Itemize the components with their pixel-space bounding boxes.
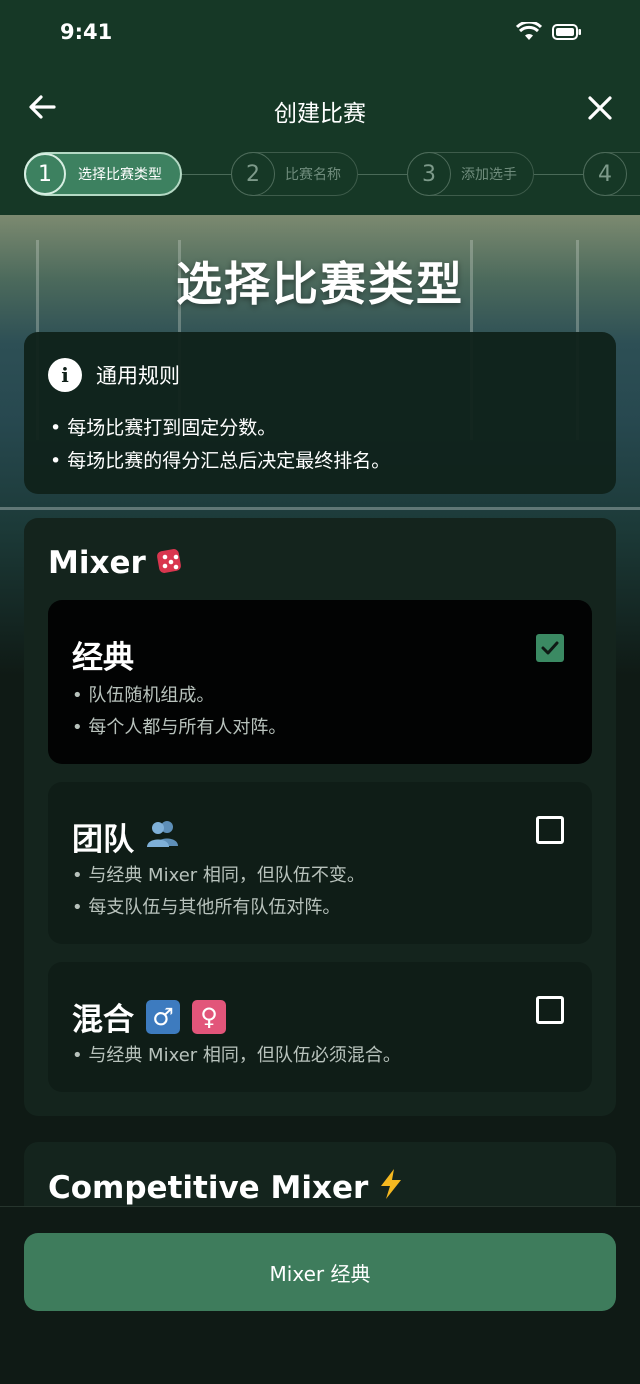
option-classic[interactable]: 经典 • 队伍随机组成。 • 每个人都与所有人对阵。: [48, 600, 592, 764]
dice-icon: [156, 544, 186, 582]
bullet-item: • 与经典 Mixer 相同，但队伍必须混合。: [72, 1045, 401, 1066]
battery-icon: [552, 24, 582, 40]
rule-item: • 每场比赛的得分汇总后决定最终排名。: [50, 450, 391, 472]
option-bullets: • 队伍随机组成。 • 每个人都与所有人对阵。: [72, 680, 286, 744]
female-icon: ♀: [192, 999, 226, 1034]
step-number: 4: [583, 152, 627, 196]
competitive-title-text: Competitive Mixer: [48, 1170, 369, 1206]
step-connector: [358, 174, 408, 175]
option-team[interactable]: 团队 • 与经典 Mixer 相同，但队伍不变。 • 每支队伍与其他所有队伍对阵…: [48, 782, 592, 944]
header: 9:41 创建比赛 1 选择比赛类型 2 比赛名称 3 添加选手 4: [0, 0, 640, 215]
rules-title: 通用规则: [96, 364, 180, 388]
option-title: 经典: [72, 632, 134, 677]
status-time: 9:41: [60, 20, 113, 44]
option-bullets: • 与经典 Mixer 相同，但队伍不变。 • 每支队伍与其他所有队伍对阵。: [72, 860, 365, 924]
option-title: 混合 ♂ ♀: [72, 994, 226, 1039]
hero-title: 选择比赛类型: [176, 257, 464, 311]
step-4[interactable]: 4: [583, 152, 640, 196]
step-label: 比赛名称: [285, 167, 341, 183]
mixer-section: Mixer 经典 • 队伍随机组成。 • 每个人都与所有人对阵。 团队 • 与经…: [24, 518, 616, 1116]
wifi-icon: [516, 22, 542, 42]
bullet-item: • 每个人都与所有人对阵。: [72, 717, 287, 738]
option-title: 团队: [72, 814, 180, 859]
step-connector: [182, 174, 232, 175]
court-line: [0, 507, 640, 510]
step-3[interactable]: 3 添加选手: [407, 152, 534, 196]
checkbox-classic[interactable]: [536, 634, 564, 662]
option-title-text: 混合: [72, 1002, 134, 1038]
option-bullets: • 与经典 Mixer 相同，但队伍必须混合。: [72, 1040, 401, 1072]
team-icon: [146, 818, 180, 856]
step-number: 3: [407, 152, 451, 196]
step-2[interactable]: 2 比赛名称: [231, 152, 358, 196]
rules-card: i 通用规则 • 每场比赛打到固定分数。 • 每场比赛的得分汇总后决定最终排名。: [24, 332, 616, 494]
checkbox-team[interactable]: [536, 816, 564, 844]
page-title: 创建比赛: [274, 101, 366, 127]
step-1[interactable]: 1 选择比赛类型: [24, 152, 182, 196]
option-mixed[interactable]: 混合 ♂ ♀ • 与经典 Mixer 相同，但队伍必须混合。: [48, 962, 592, 1092]
step-label: 添加选手: [461, 167, 517, 183]
mixer-title-text: Mixer: [48, 545, 146, 581]
checkbox-mixed[interactable]: [536, 996, 564, 1024]
close-icon[interactable]: [584, 92, 616, 124]
continue-button[interactable]: Mixer 经典: [24, 1233, 616, 1311]
step-number: 1: [24, 153, 66, 195]
lightning-icon: [378, 1168, 404, 1208]
stepper: 1 选择比赛类型 2 比赛名称 3 添加选手 4: [0, 150, 640, 198]
competitive-section: Competitive Mixer: [24, 1142, 616, 1212]
rule-item: • 每场比赛打到固定分数。: [50, 417, 277, 439]
option-title-text: 经典: [72, 640, 134, 676]
step-number: 2: [231, 152, 275, 196]
rules-header: i 通用规则: [48, 358, 180, 392]
competitive-title: Competitive Mixer: [48, 1168, 404, 1208]
bullet-item: • 队伍随机组成。: [72, 685, 215, 706]
bullet-item: • 每支队伍与其他所有队伍对阵。: [72, 897, 341, 918]
status-icons: [516, 22, 582, 42]
rules-list: • 每场比赛打到固定分数。 • 每场比赛的得分汇总后决定最终排名。: [50, 412, 390, 478]
bullet-item: • 与经典 Mixer 相同，但队伍不变。: [72, 865, 365, 886]
checkmark-icon: [541, 641, 559, 655]
step-connector: [534, 174, 584, 175]
male-icon: ♂: [146, 999, 180, 1034]
option-title-text: 团队: [72, 822, 134, 858]
step-label: 选择比赛类型: [78, 167, 162, 183]
info-icon: i: [48, 358, 82, 392]
bottom-bar: Mixer 经典: [0, 1206, 640, 1384]
mixer-title: Mixer: [48, 544, 186, 582]
